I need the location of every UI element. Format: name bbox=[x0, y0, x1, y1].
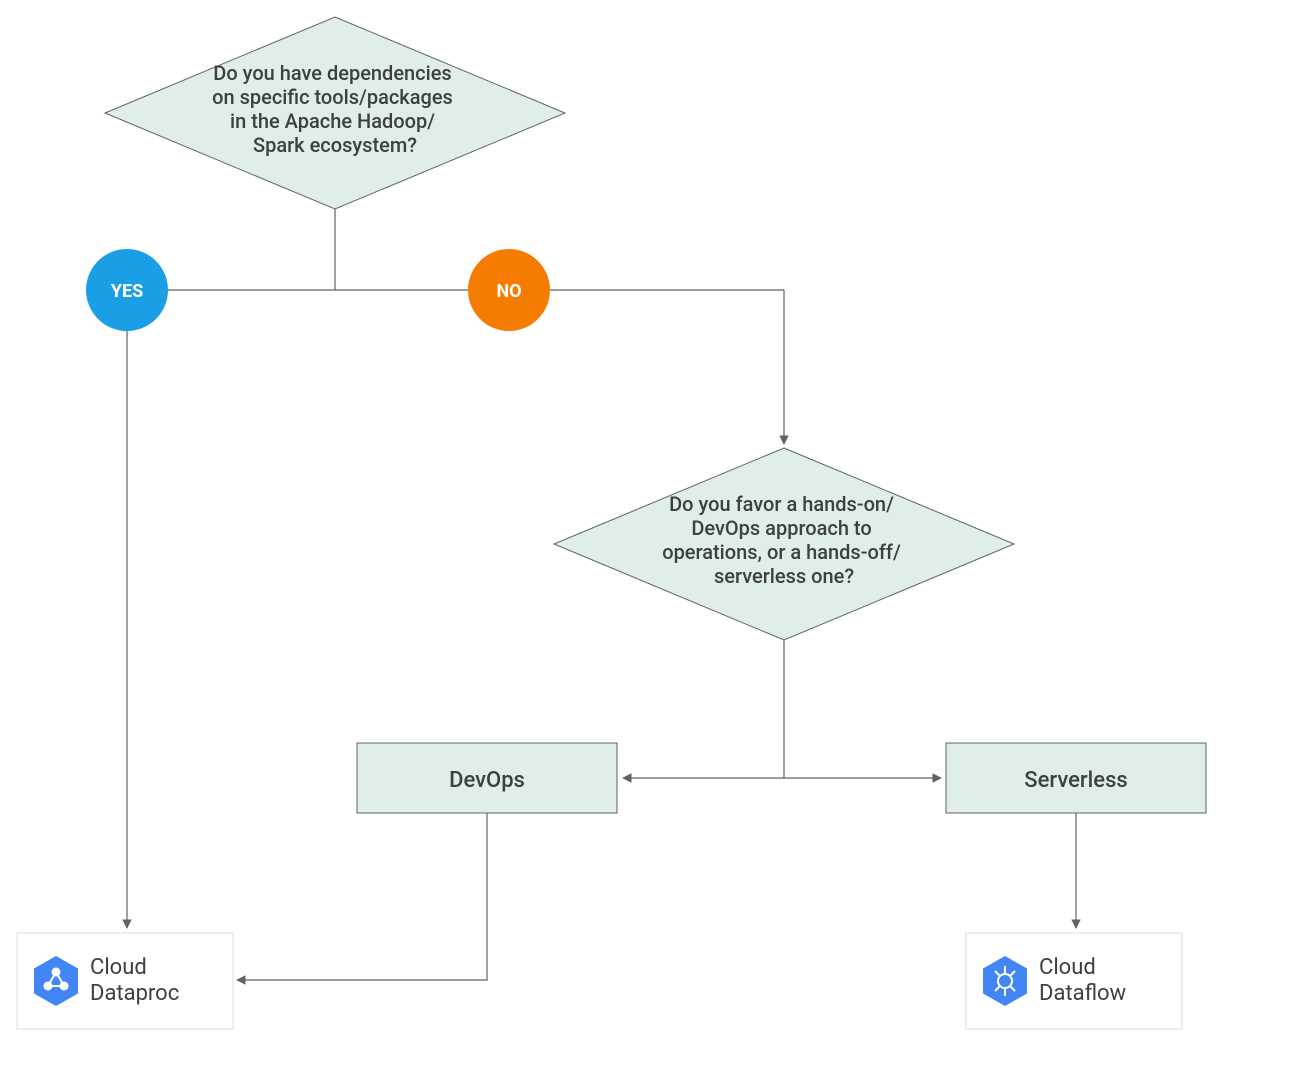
q2-line1: Do you favor a hands-on/ bbox=[669, 492, 894, 516]
dataproc-line2: Dataproc bbox=[90, 981, 179, 1006]
dataflow-line1: Cloud bbox=[1039, 955, 1096, 980]
q2-line3: operations, or a hands-off/ bbox=[662, 540, 901, 564]
devops-label: DevOps bbox=[449, 768, 525, 793]
q1-line1: Do you have dependencies bbox=[213, 61, 451, 85]
serverless-label: Serverless bbox=[1024, 768, 1127, 793]
decision-q2: Do you favor a hands-on/ DevOps approach… bbox=[554, 448, 1014, 640]
dataproc-line1: Cloud bbox=[90, 955, 147, 980]
dataflow-line2: Dataflow bbox=[1039, 981, 1127, 1006]
serverless-box: Serverless bbox=[946, 743, 1206, 813]
q1-line3: in the Apache Hadoop/ bbox=[230, 109, 435, 133]
edge-devops-to-dataproc bbox=[237, 813, 487, 980]
q1-line4: Spark ecosystem? bbox=[253, 133, 417, 157]
product-dataproc: Cloud Dataproc bbox=[17, 933, 233, 1029]
yes-circle: YES bbox=[86, 249, 168, 331]
no-label: NO bbox=[496, 281, 521, 302]
q2-line2: DevOps approach to bbox=[691, 516, 871, 540]
yes-label: YES bbox=[111, 281, 143, 302]
no-circle: NO bbox=[468, 249, 550, 331]
devops-box: DevOps bbox=[357, 743, 617, 813]
decision-q1: Do you have dependencies on specific too… bbox=[105, 17, 565, 209]
q2-line4: serverless one? bbox=[714, 564, 854, 588]
decision-flowchart: Do you have dependencies on specific too… bbox=[0, 0, 1298, 1066]
product-dataflow: Cloud Dataflow bbox=[966, 933, 1182, 1029]
q1-line2: on specific tools/packages bbox=[212, 85, 453, 109]
